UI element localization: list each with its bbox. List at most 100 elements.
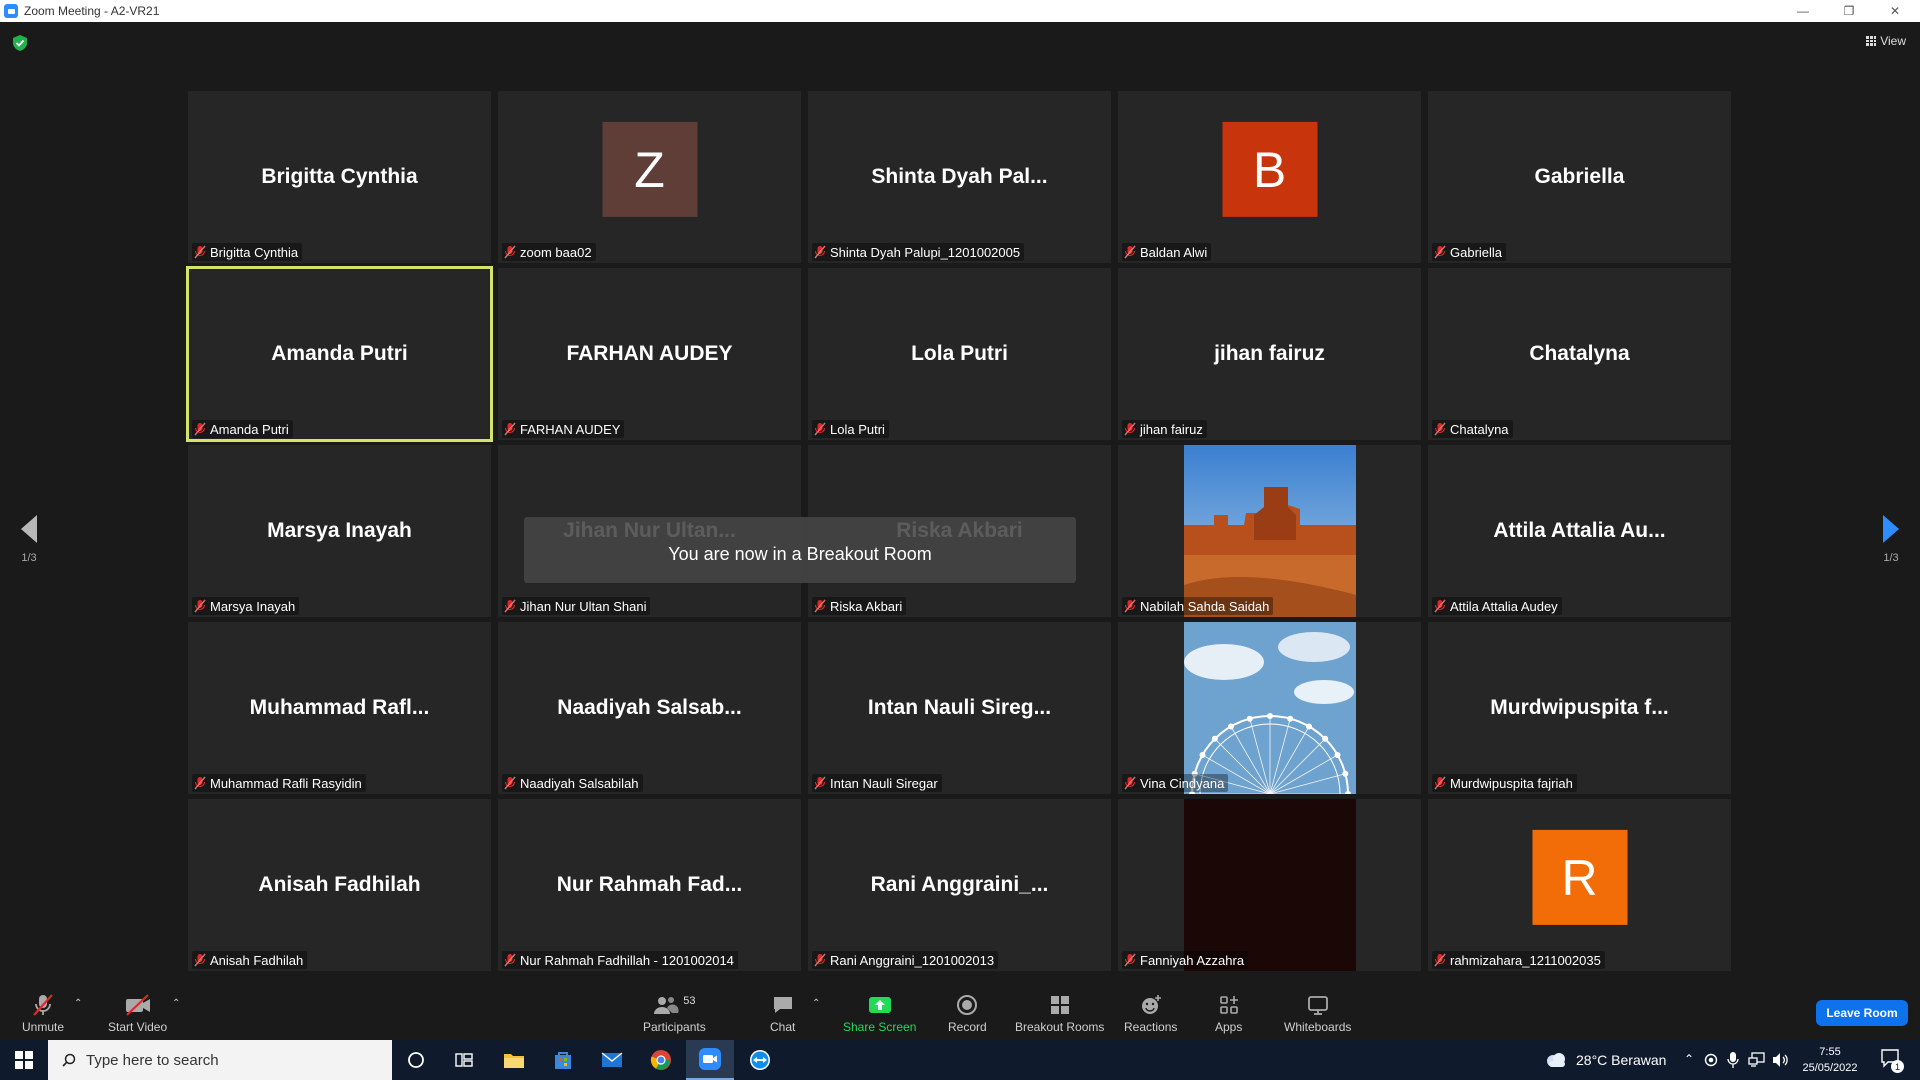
unmute-label: Unmute [22, 1020, 65, 1034]
teamviewer-icon [750, 1050, 770, 1070]
participant-name-tag: Attila Attalia Audey [1432, 597, 1562, 615]
participant-tile[interactable]: Rani Anggraini_... Rani Anggraini_1201002… [808, 799, 1111, 971]
view-button[interactable]: View [1866, 34, 1906, 48]
participants-button[interactable]: 53 Participants [643, 992, 706, 1034]
microphone-tray-icon[interactable] [1727, 1051, 1739, 1069]
participant-name-label: zoom baa02 [520, 244, 592, 260]
participant-tile[interactable]: Amanda Putri Amanda Putri [186, 266, 493, 442]
muted-mic-icon [1434, 245, 1446, 259]
participant-name-tag: zoom baa02 [502, 243, 596, 261]
muted-mic-icon [814, 422, 826, 436]
audio-options-caret-icon[interactable]: ⌃ [74, 998, 82, 1009]
search-input[interactable] [86, 1051, 366, 1069]
weather-text[interactable]: 28°C Berawan [1576, 1052, 1666, 1068]
cortana-button[interactable] [392, 1040, 440, 1080]
notifications-button[interactable]: 1 [1880, 1048, 1904, 1073]
location-icon[interactable] [1704, 1053, 1718, 1067]
weather-cloud-icon[interactable] [1544, 1051, 1568, 1069]
chat-button[interactable]: Chat [770, 992, 795, 1034]
window-title: Zoom Meeting - A2-VR21 [24, 4, 160, 18]
share-screen-icon [868, 997, 891, 1013]
participant-tile[interactable]: Brigitta Cynthia Brigitta Cynthia [188, 91, 491, 263]
participant-display-name: Naadiyah Salsab... [557, 696, 742, 719]
participant-tile[interactable]: Chatalyna Chatalyna [1428, 268, 1731, 440]
reactions-button[interactable]: Reactions [1124, 992, 1177, 1034]
participant-tile[interactable]: Lola Putri Lola Putri [808, 268, 1111, 440]
start-video-button[interactable]: Start Video [108, 992, 167, 1034]
video-options-caret-icon[interactable]: ⌃ [172, 998, 180, 1009]
participant-name-tag: Marsya Inayah [192, 597, 300, 615]
participant-name-tag: Nabilah Sahda Saidah [1122, 597, 1274, 615]
chat-icon [773, 997, 792, 1013]
taskbar-search[interactable] [48, 1040, 392, 1080]
network-icon[interactable] [1748, 1052, 1766, 1068]
participant-name-tag: Murdwipuspita fajriah [1432, 774, 1577, 792]
zoom-taskbar-button[interactable] [686, 1040, 734, 1080]
participant-tile[interactable]: Zzoom baa02 [498, 91, 801, 263]
participant-tile[interactable]: Marsya Inayah Marsya Inayah [188, 445, 491, 617]
tray-chevron-icon[interactable]: ⌃ [1684, 1052, 1694, 1066]
muted-mic-icon [1434, 422, 1446, 436]
participant-name-label: Baldan Alwi [1140, 244, 1208, 260]
participant-display-name: Lola Putri [911, 342, 1008, 365]
participant-name-tag: Brigitta Cynthia [192, 243, 303, 261]
restore-button[interactable]: ❐ [1826, 0, 1872, 22]
muted-mic-icon [1124, 599, 1136, 613]
participant-tile[interactable]: Anisah Fadhilah Anisah Fadhilah [188, 799, 491, 971]
muted-mic-icon [504, 953, 516, 967]
participant-name-tag: Fanniyah Azzahra [1122, 951, 1249, 969]
participant-name-tag: Riska Akbari [812, 597, 907, 615]
participant-tile[interactable]: Shinta Dyah Pal... Shinta Dyah Palupi_120… [808, 91, 1111, 263]
store-button[interactable] [539, 1040, 587, 1080]
participant-name-tag: Gabriella [1432, 243, 1507, 261]
task-view-button[interactable] [440, 1040, 488, 1080]
participant-tile[interactable]: Gabriella Gabriella [1428, 91, 1731, 263]
close-button[interactable]: ✕ [1872, 0, 1918, 22]
volume-icon[interactable] [1772, 1052, 1790, 1068]
muted-mic-icon [1434, 599, 1446, 613]
minimize-button[interactable]: — [1780, 0, 1826, 22]
participant-name-label: Attila Attalia Audey [1450, 598, 1558, 614]
view-label: View [1880, 34, 1906, 48]
start-button[interactable] [0, 1040, 48, 1080]
apps-button[interactable]: Apps [1215, 992, 1242, 1034]
participant-tile[interactable]: FARHAN AUDEY FARHAN AUDEY [498, 268, 801, 440]
next-page-button[interactable]: 1/3 [1876, 515, 1906, 564]
previous-page-button[interactable]: 1/3 [14, 515, 44, 564]
participant-tile[interactable]: Muhammad Rafl... Muhammad Rafli Rasyidin [188, 622, 491, 794]
encryption-shield-icon[interactable] [13, 35, 27, 51]
participant-tile[interactable]: Nabilah Sahda Saidah [1118, 445, 1421, 617]
file-explorer-button[interactable] [490, 1040, 538, 1080]
muted-mic-icon [1124, 776, 1136, 790]
participant-tile[interactable]: Rrahmizahara_1211002035 [1428, 799, 1731, 971]
chrome-button[interactable] [637, 1040, 685, 1080]
unmute-button[interactable]: Unmute [22, 992, 64, 1034]
participant-tile[interactable]: Fanniyah Azzahra [1118, 799, 1421, 971]
participant-tile[interactable]: jihan fairuz jihan fairuz [1118, 268, 1421, 440]
participant-name-label: Anisah Fadhilah [210, 952, 304, 968]
participant-tile[interactable]: Nur Rahmah Fad... Nur Rahmah Fadhillah - … [498, 799, 801, 971]
muted-mic-icon [814, 245, 826, 259]
breakout-rooms-button[interactable]: Breakout Rooms [1015, 992, 1104, 1034]
participant-tile[interactable]: Murdwipuspita f... Murdwipuspita fajriah [1428, 622, 1731, 794]
share-options-caret-icon[interactable]: ⌃ [812, 998, 820, 1009]
participant-name-tag: Shinta Dyah Palupi_1201002005 [812, 243, 1025, 261]
cortana-circle-icon [408, 1052, 424, 1068]
participant-name-tag: FARHAN AUDEY [502, 420, 625, 438]
participant-tile[interactable]: Vina Cindyana [1118, 622, 1421, 794]
clock-date: 25/05/2022 [1802, 1062, 1858, 1074]
leave-room-button[interactable]: Leave Room [1816, 1000, 1908, 1026]
share-screen-button[interactable]: Share Screen [843, 992, 916, 1034]
participant-tile[interactable]: Naadiyah Salsab... Naadiyah Salsabilah [498, 622, 801, 794]
teamviewer-button[interactable] [736, 1040, 784, 1080]
participants-count: 53 [683, 995, 696, 1007]
participant-tile[interactable]: Intan Nauli Sireg... Intan Nauli Siregar [808, 622, 1111, 794]
participant-name-tag: Rani Anggraini_1201002013 [812, 951, 999, 969]
record-button[interactable]: Record [948, 992, 987, 1034]
taskbar-clock[interactable]: 7:55 25/05/2022 [1798, 1044, 1862, 1076]
participant-tile[interactable]: B Baldan Alwi [1118, 91, 1421, 263]
participant-tile[interactable]: Attila Attalia Au... Attila Attalia Audey [1428, 445, 1731, 617]
apps-label: Apps [1215, 1020, 1243, 1034]
mail-button[interactable] [588, 1040, 636, 1080]
whiteboards-button[interactable]: Whiteboards [1284, 992, 1351, 1034]
